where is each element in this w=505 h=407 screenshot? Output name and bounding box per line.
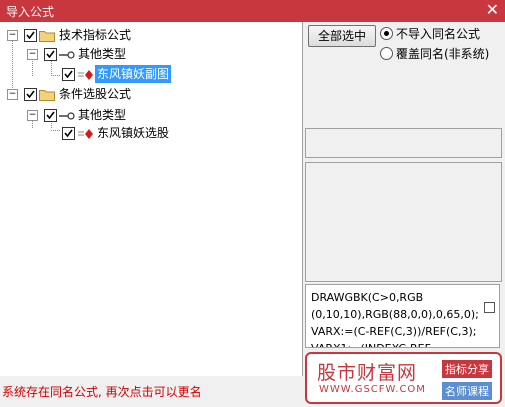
close-icon[interactable]: ✕ (486, 1, 499, 19)
folder-icon (39, 88, 55, 106)
no-import-same-name-radio[interactable] (380, 27, 393, 40)
tree-node-other-types[interactable]: − 其他类型 (0, 106, 300, 124)
watermark-site-name: 股市财富网 (317, 362, 418, 384)
tree-node-label: 其他类型 (78, 47, 127, 61)
window-title: 导入公式 (6, 5, 55, 19)
code-line: DRAWGBK(C>0,RGB (311, 291, 424, 304)
formula-code-preview: DRAWGBK(C>0,RGB (0,10,10),RGB(88,0,0),0,… (305, 284, 500, 348)
watermark-url: WWW.GSCFW.COM (319, 384, 426, 395)
info-field (305, 128, 502, 158)
tree-node-label: 其他类型 (78, 108, 127, 122)
code-line: VARX1:=(INDEXC-REF (311, 340, 499, 347)
no-import-same-name-label: 不导入同名公式 (396, 27, 481, 41)
tree-node-label: 东风镇妖副图 (95, 65, 172, 83)
key-icon (59, 48, 75, 66)
select-all-button[interactable]: 全部选中 (308, 25, 376, 47)
node-checkbox[interactable] (24, 29, 37, 42)
tree-node-label: 东风镇妖选股 (97, 126, 170, 140)
overwrite-same-name-label: 覆盖同名(非系统) (396, 47, 490, 61)
watermark-tag-courses: 名师课程 (442, 382, 492, 400)
code-line: (0,10,10),RGB(88,0,0),0,65,0); (311, 308, 479, 321)
code-line: VARX:=(C-REF(C,3))/REF(C,3); (311, 325, 477, 338)
node-checkbox[interactable] (44, 48, 57, 61)
tree-node-formula-indicator[interactable]: 东风镇妖副图 (0, 65, 300, 83)
node-checkbox[interactable] (62, 127, 75, 140)
tree-node-label: 技术指标公式 (59, 28, 132, 42)
node-checkbox[interactable] (44, 109, 57, 122)
watermark-tag-indicator-share: 指标分享 (442, 360, 492, 378)
tree-node-stock-screening-formulas[interactable]: − 条件选股公式 (0, 85, 300, 103)
tree-node-label: 条件选股公式 (59, 87, 132, 101)
tree-node-formula-screening[interactable]: 东风镇妖选股 (0, 124, 300, 142)
collapse-icon[interactable]: − (7, 30, 18, 41)
node-checkbox[interactable] (24, 88, 37, 101)
collapse-icon[interactable]: − (27, 110, 38, 121)
description-panel (305, 162, 502, 282)
preview-checkbox[interactable] (484, 302, 495, 313)
site-watermark: 股市财富网 WWW.GSCFW.COM 指标分享 名师课程 (305, 352, 502, 404)
overwrite-same-name-radio[interactable] (380, 47, 393, 60)
collapse-icon[interactable]: − (27, 49, 38, 60)
title-bar: 导入公式 ✕ (0, 0, 505, 22)
tree-node-other-types[interactable]: − 其他类型 (0, 45, 300, 63)
status-message: 系统存在同名公式, 再次点击可以更名 (2, 385, 202, 399)
collapse-icon[interactable]: − (7, 89, 18, 100)
formula-icon (78, 68, 94, 86)
node-checkbox[interactable] (62, 68, 75, 81)
formula-tree: − 技术指标公式 − 其他类型 东风镇妖副图 − 条件选股公式 − 其他类型 东… (0, 22, 303, 376)
formula-icon (78, 127, 94, 145)
tree-node-indicator-formulas[interactable]: − 技术指标公式 (0, 26, 300, 44)
